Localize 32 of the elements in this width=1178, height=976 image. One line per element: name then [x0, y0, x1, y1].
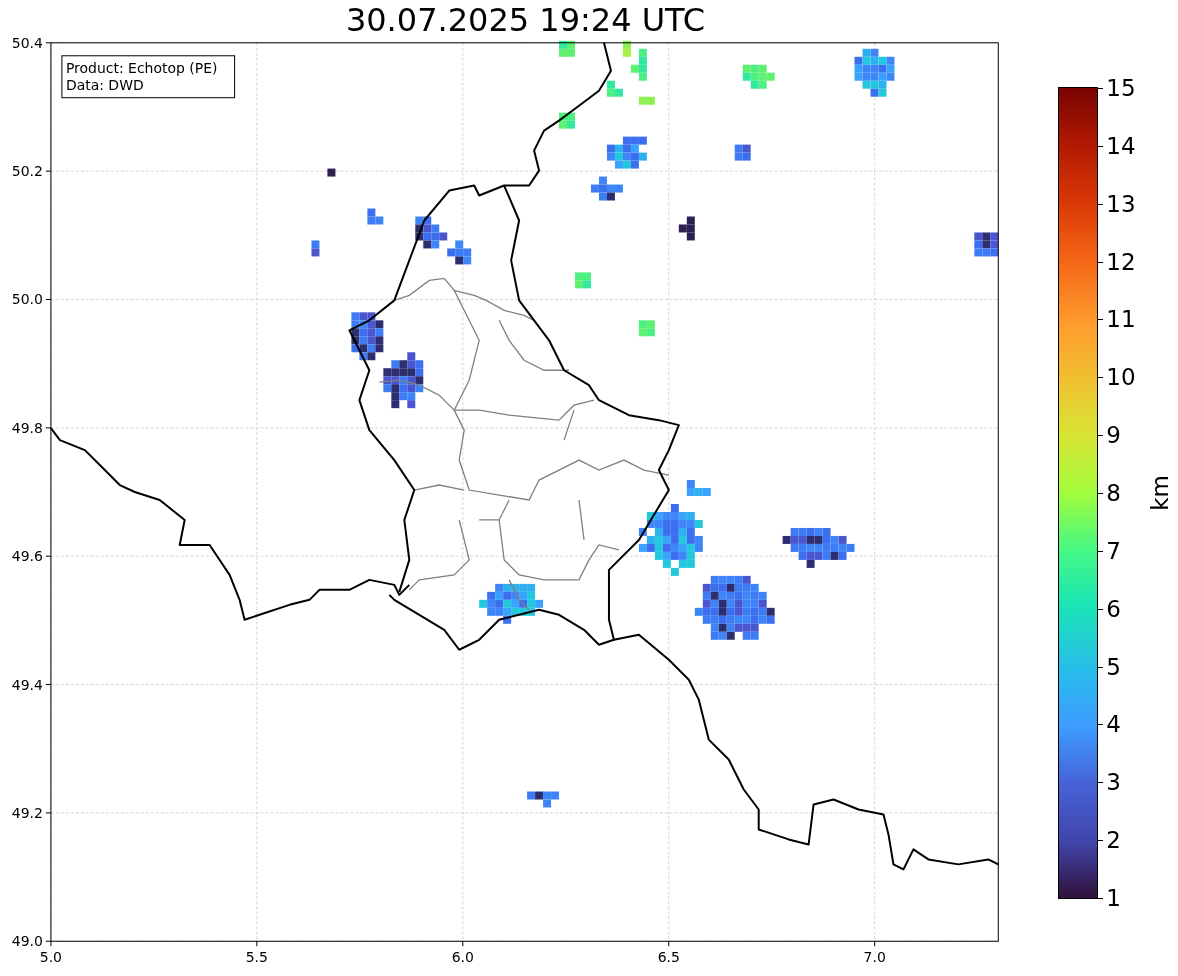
y-axis-tick-label: 49.2	[11, 804, 43, 821]
colorbar-tick-label: 14	[1106, 131, 1136, 160]
colorbar-tick-label: 15	[1106, 74, 1136, 102]
y-axis-tick-label: 49.6	[11, 548, 43, 565]
x-axis-tick-label: 5.5	[245, 949, 268, 966]
colorbar-tick-label: 3	[1106, 768, 1121, 797]
x-axis-tick-label: 6.5	[657, 949, 680, 966]
x-axis-tick-label: 7.0	[863, 949, 886, 966]
chart-title: 30.07.2025 19:24 UTC	[345, 0, 706, 40]
x-axis-tick-label: 5.0	[39, 949, 62, 966]
x-axis-tick-label: 6.0	[451, 949, 474, 966]
info-text: Data: DWD	[65, 76, 144, 93]
colorbar-tick-label: 11	[1106, 305, 1136, 334]
y-axis-tick-label: 50.4	[11, 36, 43, 51]
colorbar-tick-label: 10	[1106, 363, 1136, 392]
y-axis-tick-label: 49.8	[11, 419, 43, 436]
colorbar-tick-label: 2	[1106, 826, 1121, 855]
colorbar-tick-label: 8	[1106, 479, 1121, 507]
colorbar-label: km	[1147, 475, 1174, 511]
y-axis-tick-label: 50.0	[11, 291, 43, 308]
info-text: Product: Echotop (PE)	[65, 59, 218, 76]
colorbar-tick-label: 1	[1106, 884, 1121, 912]
y-axis-tick-label: 50.2	[11, 163, 43, 180]
colorbar-tick-label: 7	[1106, 536, 1121, 565]
colorbar-tick-label: 13	[1106, 189, 1136, 218]
colorbar-tick-label: 5	[1106, 652, 1121, 681]
colorbar-tick-label: 4	[1106, 710, 1121, 739]
colorbar-tick-label: 12	[1106, 247, 1136, 276]
colorbar-tick-label: 6	[1106, 594, 1121, 623]
colorbar-tick-label: 9	[1106, 421, 1121, 450]
y-axis-tick-label: 49.4	[11, 676, 43, 693]
y-axis-tick-label: 49.0	[11, 933, 43, 950]
